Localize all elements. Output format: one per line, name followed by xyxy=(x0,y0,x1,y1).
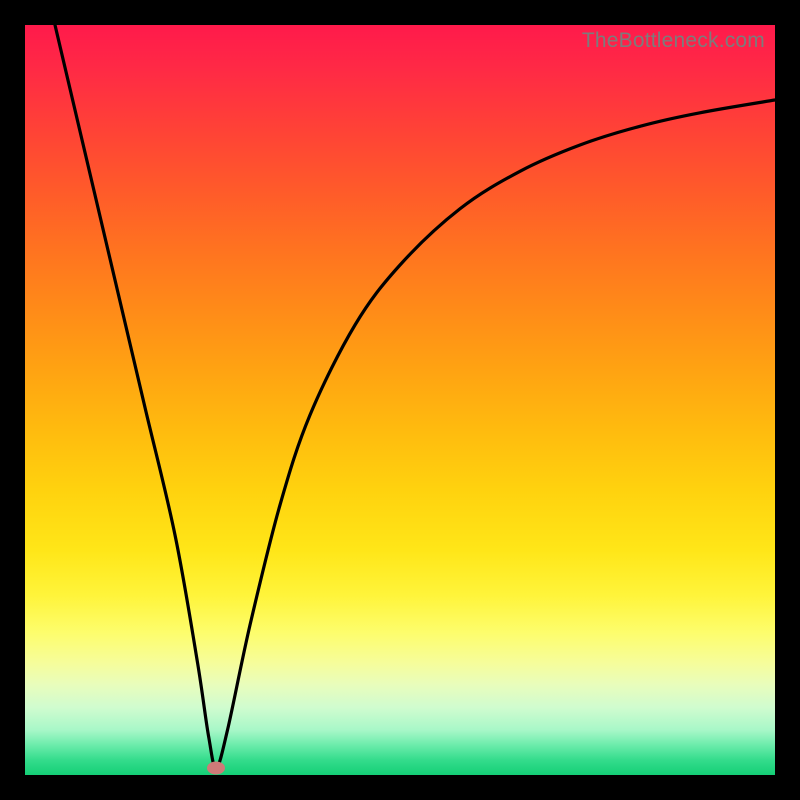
minimum-marker xyxy=(207,761,225,774)
curve-svg xyxy=(25,25,775,775)
plot-area: TheBottleneck.com xyxy=(25,25,775,775)
bottleneck-curve xyxy=(55,25,775,768)
chart-frame: TheBottleneck.com xyxy=(0,0,800,800)
